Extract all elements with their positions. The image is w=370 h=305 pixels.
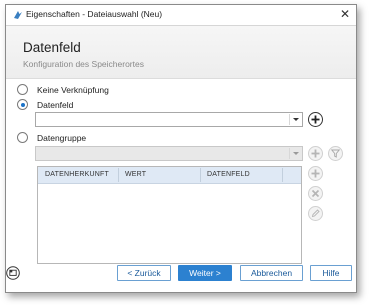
datagroup-combo[interactable] — [35, 146, 303, 161]
next-button[interactable]: Weiter > — [178, 265, 232, 281]
column-header-datenherkunft[interactable]: DATENHERKUNFT — [45, 171, 109, 178]
close-button[interactable]: ✕ — [340, 7, 350, 21]
pencil-icon — [311, 209, 320, 218]
window-layout-icon[interactable] — [6, 266, 20, 280]
plus-icon — [311, 149, 320, 158]
combo-separator — [289, 148, 290, 159]
radio-none-label: Keine Verknüpfung — [37, 85, 109, 95]
chevron-down-icon[interactable] — [293, 118, 299, 121]
page-header: Datenfeld Konfiguration des Speicherorte… — [6, 26, 356, 79]
datafield-combo[interactable] — [35, 112, 303, 127]
radio-datagroup-label: Datengruppe — [37, 133, 87, 143]
radio-none[interactable] — [17, 84, 28, 95]
add-datagroup-button[interactable] — [308, 146, 323, 161]
back-button[interactable]: < Zurück — [117, 265, 171, 281]
filter-icon — [331, 149, 340, 158]
page-title: Datenfeld — [23, 40, 81, 55]
column-header-datenfeld[interactable]: DATENFELD — [207, 171, 250, 178]
app-icon — [14, 11, 22, 19]
column-header-wert[interactable]: WERT — [125, 171, 146, 178]
page-subtitle: Konfiguration des Speicherortes — [23, 59, 144, 69]
table-header: DATENHERKUNFT WERT DATENFELD — [38, 167, 301, 184]
radio-datafield[interactable] — [17, 99, 28, 110]
title-bar: Eigenschaften - Dateiauswahl (Neu) ✕ — [6, 5, 356, 26]
mapping-table: DATENHERKUNFT WERT DATENFELD — [37, 166, 302, 264]
radio-datagroup[interactable] — [17, 132, 28, 143]
column-divider — [118, 168, 119, 182]
column-divider — [200, 168, 201, 182]
radio-selected-dot — [20, 102, 25, 107]
column-divider — [282, 168, 283, 182]
plus-icon — [311, 115, 320, 124]
plus-icon — [311, 169, 320, 178]
edit-row-button[interactable] — [308, 206, 323, 221]
cancel-button[interactable]: Abbrechen — [240, 265, 303, 281]
combo-separator — [289, 114, 290, 125]
help-button[interactable]: Hilfe — [310, 265, 352, 281]
add-datafield-button[interactable] — [308, 112, 323, 127]
window-title: Eigenschaften - Dateiauswahl (Neu) — [26, 9, 163, 19]
radio-datafield-label: Datenfeld — [37, 100, 74, 110]
delete-row-button[interactable] — [308, 186, 323, 201]
close-icon — [311, 189, 320, 198]
add-row-button[interactable] — [308, 166, 323, 181]
chevron-down-icon[interactable] — [293, 152, 299, 155]
filter-button[interactable] — [328, 146, 343, 161]
